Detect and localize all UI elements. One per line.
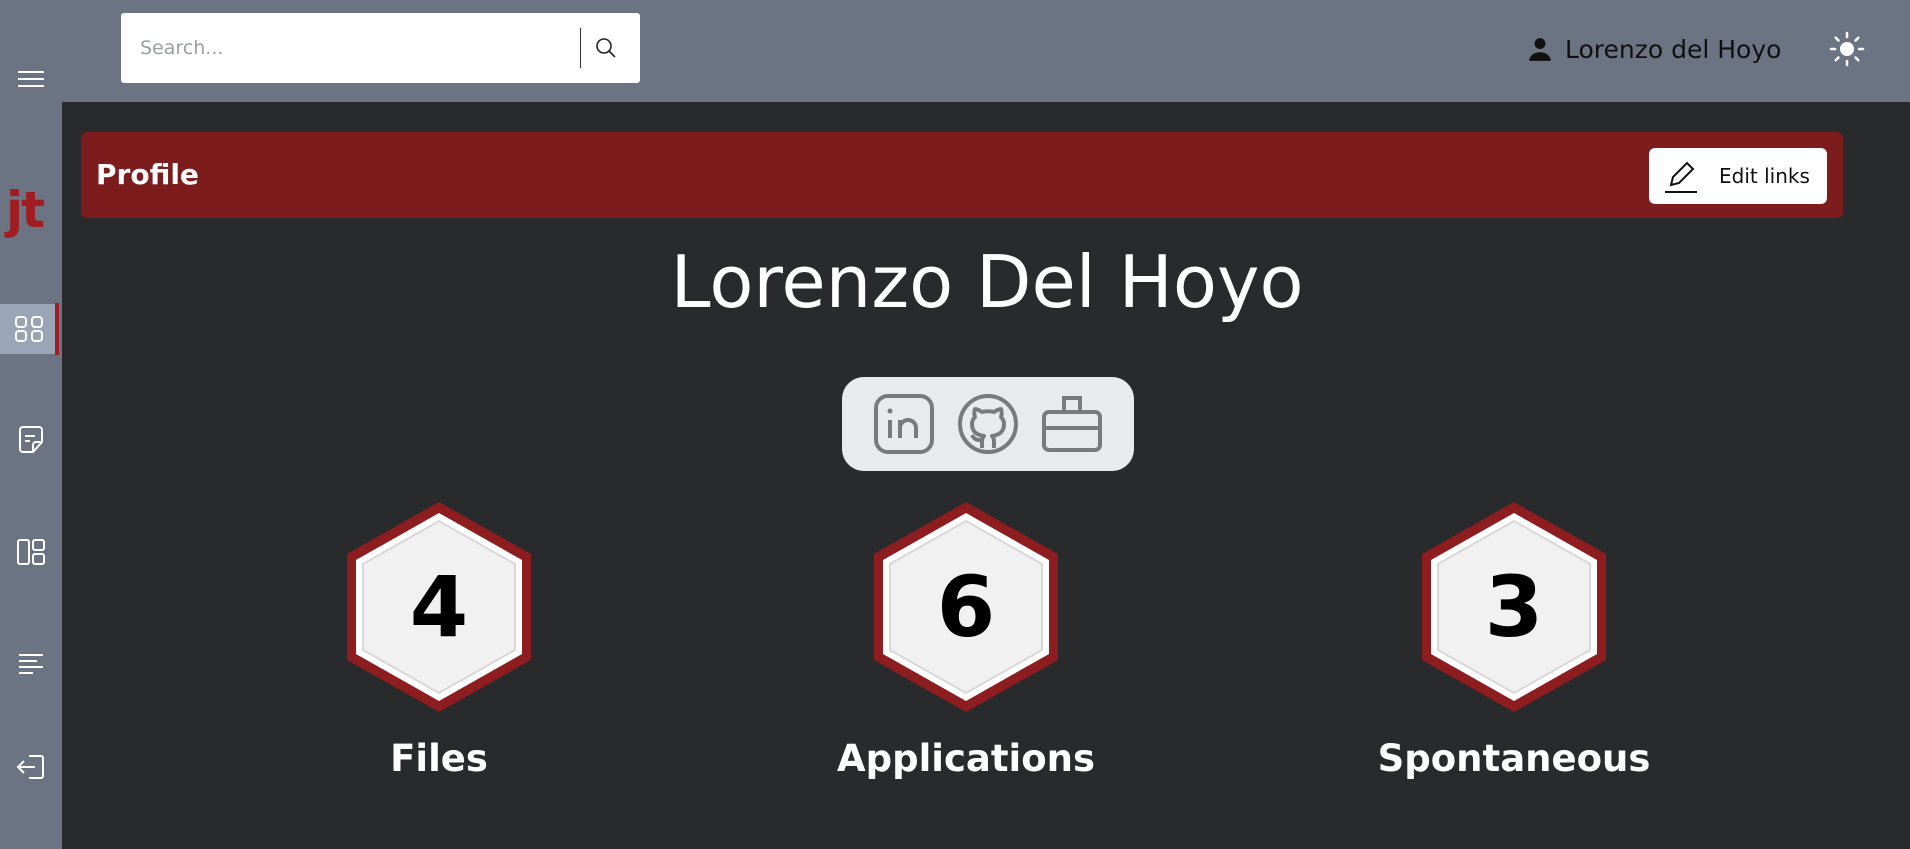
sidebar-item-board[interactable] xyxy=(0,527,62,577)
stat-value: 3 xyxy=(1484,558,1544,656)
edit-links-button[interactable]: Edit links xyxy=(1649,148,1827,204)
logout-icon xyxy=(16,755,44,779)
list-icon xyxy=(19,654,43,674)
user-icon xyxy=(1529,38,1551,61)
search-box xyxy=(121,13,640,83)
sidebar-item-list[interactable] xyxy=(0,638,62,688)
briefcase-icon[interactable] xyxy=(1040,392,1104,456)
sidebar-item-files[interactable] xyxy=(0,415,62,465)
stat-label: Spontaneous xyxy=(1377,737,1651,780)
profile-title: Profile xyxy=(96,158,199,191)
app-logo: jt xyxy=(6,181,45,239)
profile-name: Lorenzo Del Hoyo xyxy=(670,240,1304,324)
stat-value: 4 xyxy=(409,558,469,656)
logout-button[interactable] xyxy=(0,742,62,792)
theme-toggle-button[interactable] xyxy=(1826,28,1868,70)
search-icon xyxy=(596,38,616,58)
menu-icon xyxy=(18,71,44,87)
menu-toggle-button[interactable] xyxy=(0,54,62,104)
linkedin-icon[interactable] xyxy=(872,392,936,456)
layout-icon xyxy=(17,539,45,565)
stat-value: 6 xyxy=(936,558,996,656)
user-name: Lorenzo del Hoyo xyxy=(1565,34,1782,64)
stat-label: Applications xyxy=(836,737,1096,780)
search-button[interactable] xyxy=(581,23,631,73)
file-icon xyxy=(19,426,43,453)
profile-header: Profile Edit links xyxy=(81,132,1843,218)
user-menu[interactable]: Lorenzo del Hoyo xyxy=(1527,28,1781,70)
top-bar: Lorenzo del Hoyo xyxy=(62,0,1910,102)
pencil-icon xyxy=(1665,161,1697,193)
social-links xyxy=(842,377,1134,471)
sun-icon xyxy=(1829,31,1865,67)
edit-links-label: Edit links xyxy=(1719,164,1810,188)
search-input[interactable] xyxy=(140,28,580,68)
sidebar: jt xyxy=(0,0,62,849)
stat-label: Files xyxy=(390,737,488,780)
github-icon[interactable] xyxy=(956,392,1020,456)
